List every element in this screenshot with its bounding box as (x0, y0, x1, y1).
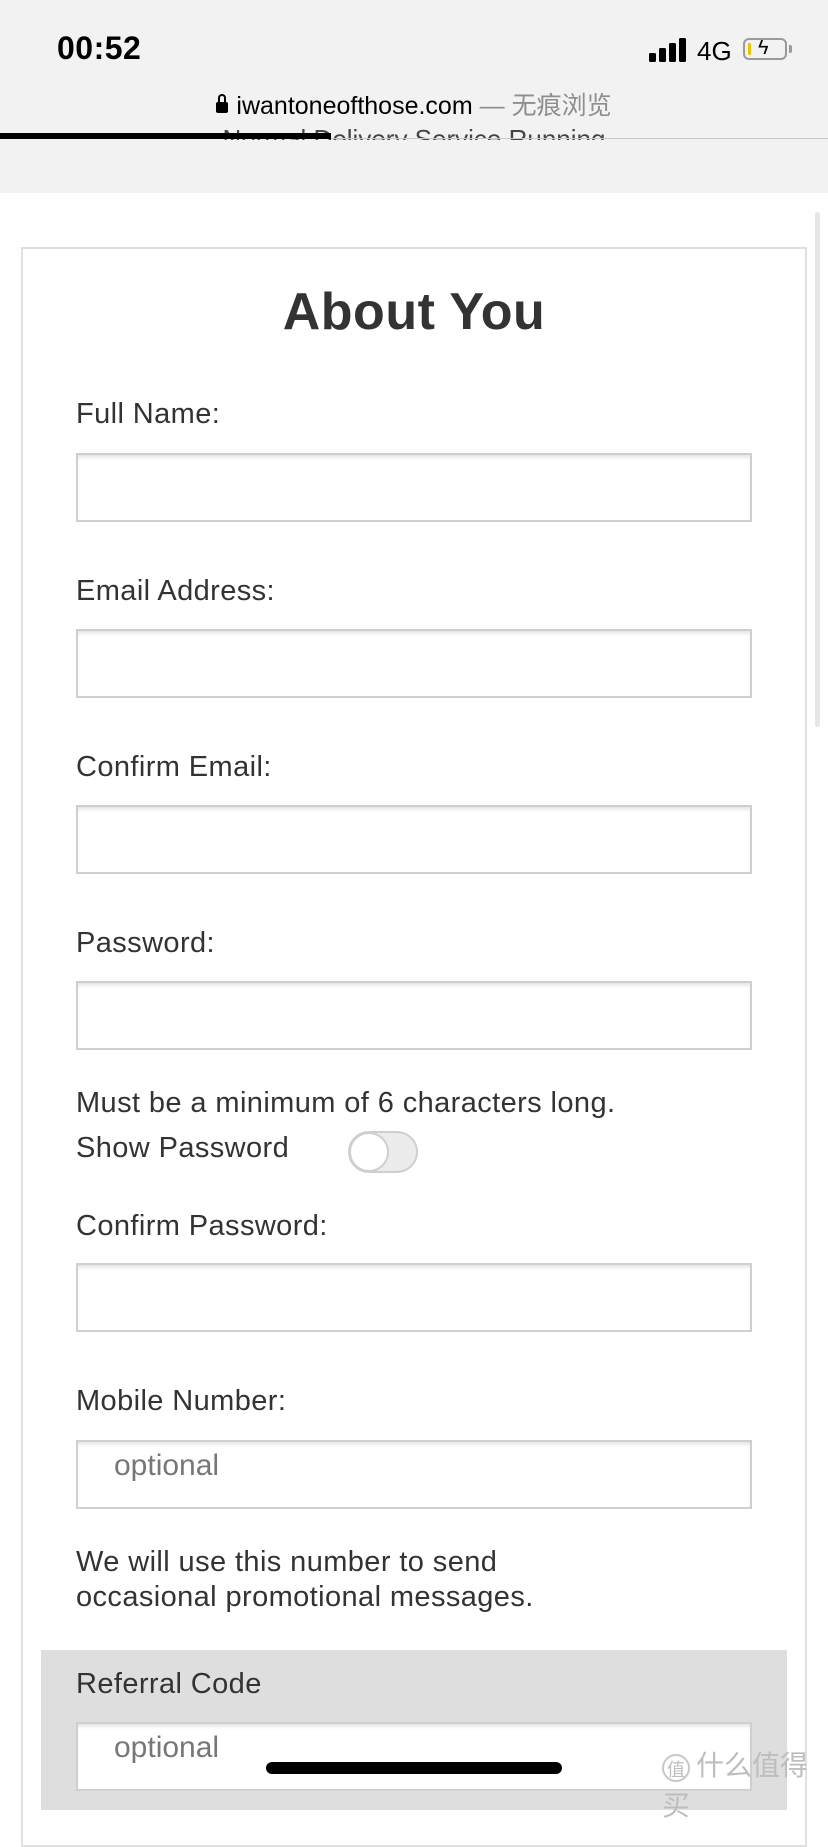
email-label: Email Address: (76, 575, 276, 607)
referral-label: Referral Code (76, 1668, 262, 1700)
lock-icon (216, 94, 229, 113)
battery-icon: ϟ (743, 37, 787, 60)
full-name-input[interactable] (76, 453, 752, 522)
url-domain: iwantoneofthose.com (236, 92, 473, 120)
full-name-label: Full Name: (76, 398, 221, 430)
signal-icon (649, 38, 687, 62)
charging-bolt-icon: ϟ (758, 37, 769, 59)
email-input[interactable] (76, 629, 752, 698)
network-type: 4G (697, 36, 732, 66)
page-load-progress (0, 133, 332, 139)
mobile-note-line-2: occasional promotional messages. (76, 1581, 534, 1613)
password-hint: Must be a minimum of 6 characters long. (76, 1087, 616, 1119)
password-label: Password: (76, 927, 215, 959)
show-password-label: Show Password (76, 1132, 290, 1164)
home-indicator[interactable] (266, 1762, 562, 1774)
confirm-password-label: Confirm Password: (76, 1210, 328, 1242)
battery-nub (789, 45, 792, 53)
address-bar[interactable]: iwantoneofthose.com — 无痕浏览 (0, 86, 828, 122)
show-password-toggle[interactable] (348, 1131, 418, 1173)
confirm-email-input[interactable] (76, 805, 752, 874)
mobile-label: Mobile Number: (76, 1385, 287, 1417)
password-input[interactable] (76, 981, 752, 1050)
watermark: 值什么值得买 (662, 1744, 828, 1824)
toggle-knob (349, 1132, 389, 1172)
confirm-password-input[interactable] (76, 1263, 752, 1332)
battery-level (748, 43, 751, 55)
page-title: About You (282, 283, 546, 341)
referral-input[interactable] (76, 1722, 752, 1791)
mobile-input[interactable] (76, 1440, 752, 1509)
status-time: 00:52 (57, 30, 142, 66)
confirm-email-label: Confirm Email: (76, 751, 272, 783)
mobile-note-line-1: We will use this number to send (76, 1546, 498, 1578)
watermark-logo-icon: 值 (662, 1753, 690, 1782)
private-mode-label: — 无痕浏览 (479, 92, 612, 120)
